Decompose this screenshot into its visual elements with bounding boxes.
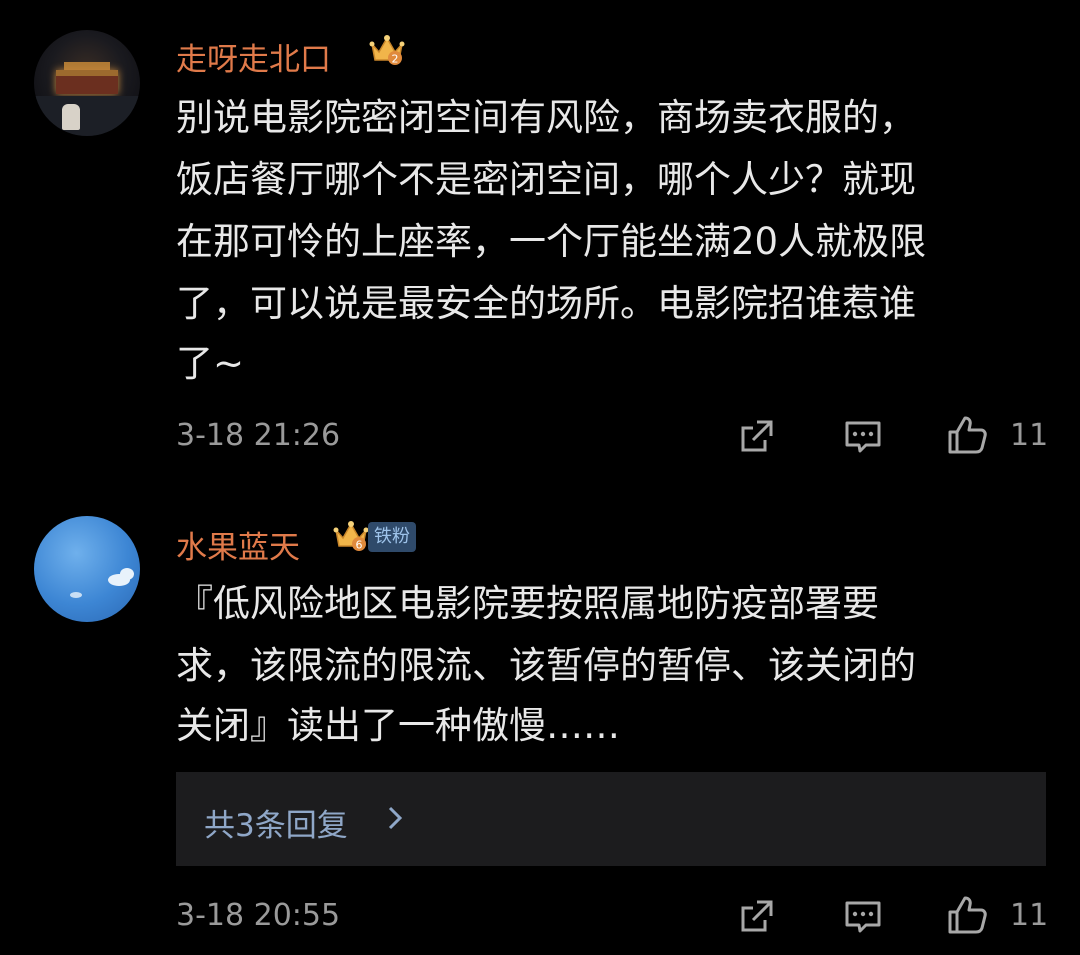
replies-box[interactable]: 共3条回复 — [176, 772, 1046, 866]
fan-badge: 铁粉 — [368, 522, 416, 552]
thumbs-up-icon[interactable] — [946, 894, 988, 936]
avatar-cloud — [70, 592, 82, 598]
avatar[interactable] — [34, 516, 140, 622]
comment-timestamp: 3-18 20:55 — [176, 898, 341, 933]
chevron-right-icon — [388, 806, 403, 830]
comment-text-line: 『低风险地区电影院要按照属地防疫部署要 — [176, 582, 879, 625]
username[interactable]: 水果蓝天 — [176, 522, 300, 567]
share-icon[interactable] — [735, 896, 777, 938]
comment-text-line: 求，该限流的限流、该暂停的暂停、该关闭的 — [176, 644, 916, 687]
replies-link[interactable]: 共3条回复 — [204, 800, 348, 845]
avatar-cloud — [120, 568, 134, 580]
comment-text-line: 关闭』读出了一种傲慢…… — [176, 704, 620, 747]
crown-level: 6 — [356, 539, 363, 552]
comment-icon[interactable] — [842, 896, 884, 938]
like-count: 11 — [1010, 898, 1049, 933]
crown-icon: 6 — [333, 521, 369, 552]
comment-item: 水果蓝天 6 铁粉 『低风险地区电影院要按照属地防疫部署要 求，该限流的限流、该… — [0, 0, 1080, 955]
